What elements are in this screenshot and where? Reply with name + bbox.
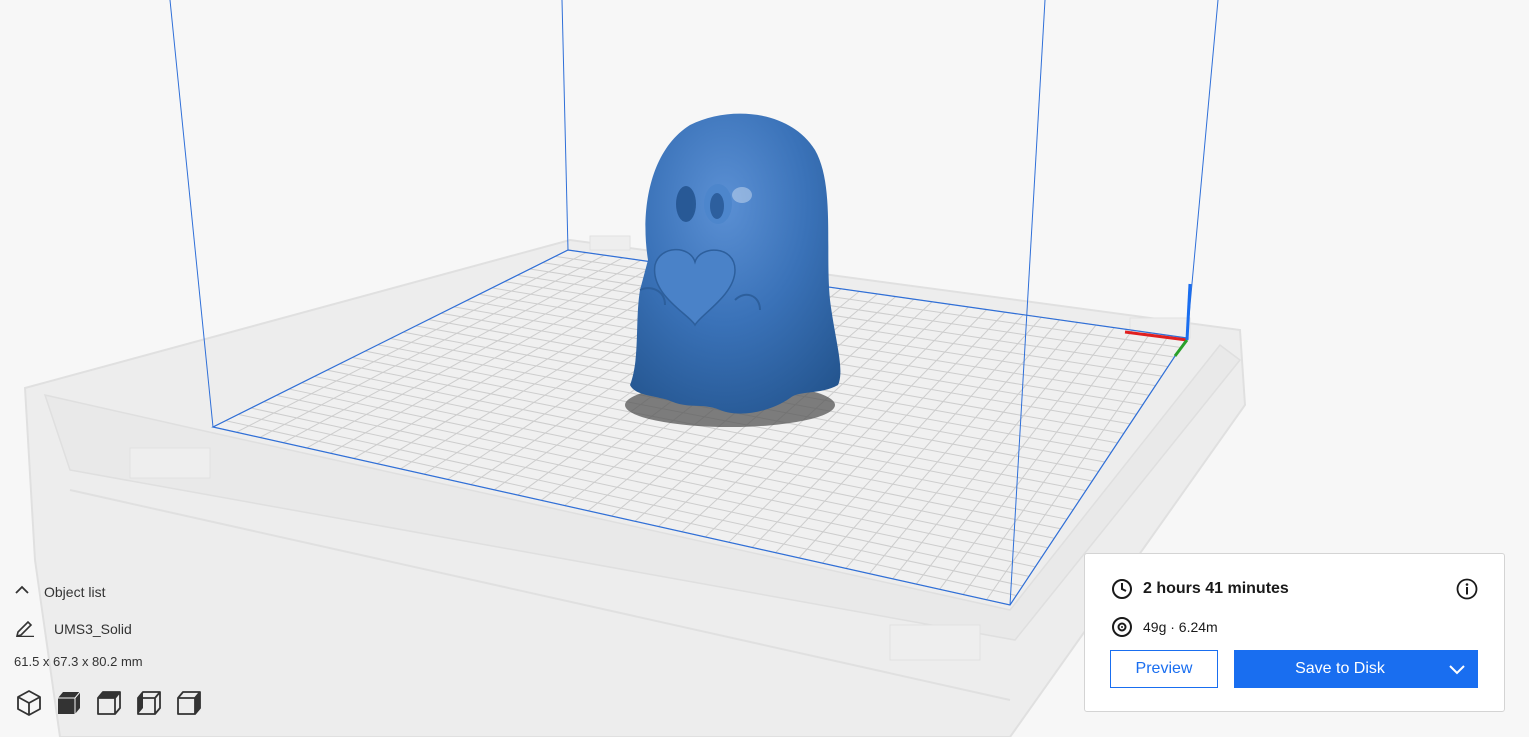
pencil-icon	[14, 617, 36, 642]
object-dimensions: 61.5 x 67.3 x 80.2 mm	[14, 654, 143, 669]
chevron-down-icon[interactable]	[1436, 650, 1478, 688]
material-usage: 49g · 6.24m	[1143, 619, 1218, 635]
cube-3d-icon	[17, 690, 41, 716]
object-list-label: Object list	[44, 584, 106, 600]
view-3d-button[interactable]	[14, 688, 44, 718]
chevron-up-icon	[12, 583, 32, 602]
view-front-button[interactable]	[54, 688, 84, 718]
filament-spool-icon	[1112, 617, 1132, 637]
preview-button[interactable]: Preview	[1110, 650, 1218, 688]
save-to-disk-label: Save to Disk	[1295, 660, 1385, 677]
object-list-toggle[interactable]: Object list	[12, 580, 105, 604]
view-top-button[interactable]	[94, 688, 124, 718]
cube-left-icon	[137, 691, 161, 715]
view-left-button[interactable]	[134, 688, 164, 718]
info-icon[interactable]	[1456, 578, 1478, 605]
cube-front-icon	[58, 691, 81, 714]
object-name: UMS3_Solid	[54, 621, 132, 637]
cube-top-icon	[97, 691, 121, 715]
print-time: 2 hours 41 minutes	[1143, 580, 1289, 597]
print-time-row: 2 hours 41 minutes	[1111, 578, 1289, 600]
view-right-button[interactable]	[174, 688, 204, 718]
clock-icon	[1112, 579, 1132, 599]
save-to-disk-button[interactable]: Save to Disk	[1234, 650, 1478, 688]
material-usage-row: 49g · 6.24m	[1111, 616, 1218, 638]
view-orientation-toolbar	[14, 688, 204, 718]
print-summary-panel: 2 hours 41 minutes 49g · 6.24m Preview S…	[1084, 553, 1505, 712]
cube-right-icon	[177, 691, 201, 715]
ghost-model[interactable]	[625, 113, 841, 427]
object-list-item[interactable]: UMS3_Solid	[14, 617, 132, 641]
